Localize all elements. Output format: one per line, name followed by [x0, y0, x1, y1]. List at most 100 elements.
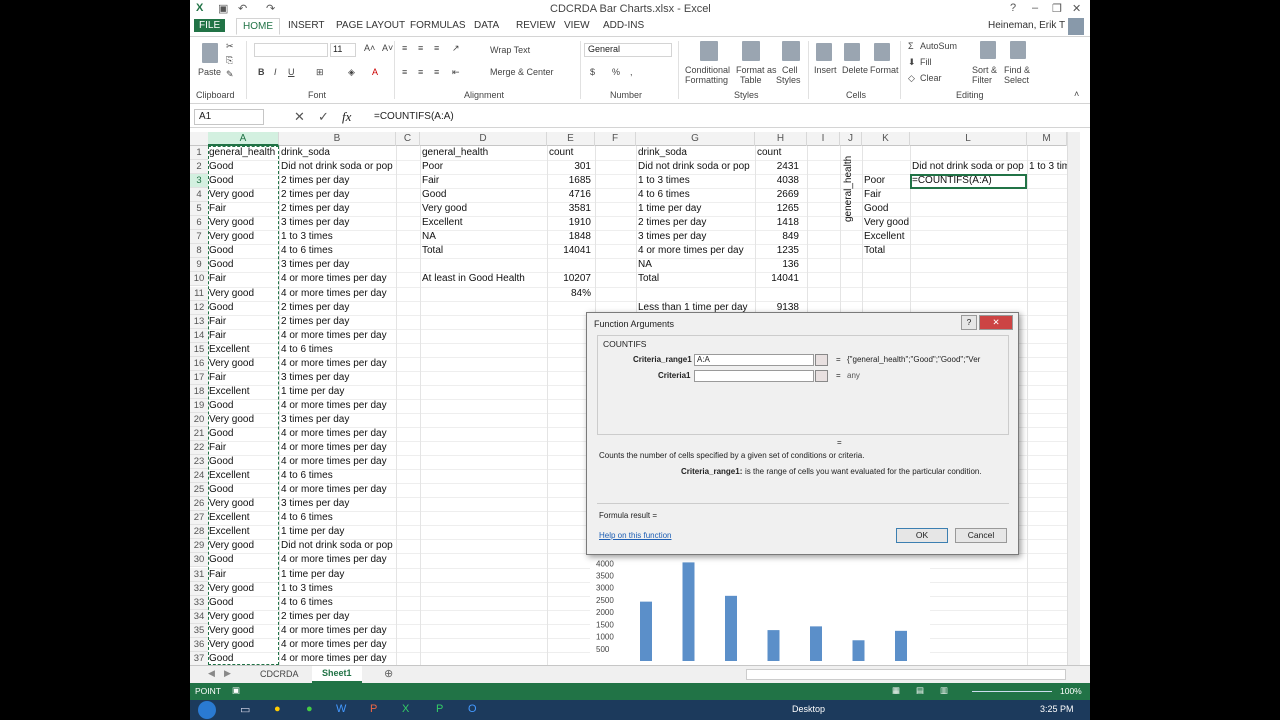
- conditional-formatting-button[interactable]: Conditional: [685, 65, 730, 75]
- table2-value[interactable]: 14041: [755, 272, 799, 286]
- column-header-g[interactable]: G: [636, 132, 755, 146]
- tab-formulas[interactable]: FORMULAS: [410, 20, 466, 31]
- cell-b[interactable]: 3 times per day: [281, 497, 349, 511]
- user-name[interactable]: Heineman, Erik T: [988, 20, 1065, 31]
- cancel-formula-icon[interactable]: ✕: [294, 109, 305, 125]
- row-header[interactable]: 26: [190, 497, 208, 512]
- cell-b[interactable]: 4 to 6 times: [281, 469, 333, 483]
- format-as-table-button[interactable]: Format as: [736, 65, 777, 75]
- column-header-c[interactable]: C: [396, 132, 420, 146]
- tab-file[interactable]: FILE: [194, 19, 226, 32]
- collapse-dialog-icon-2[interactable]: [815, 370, 828, 382]
- increase-font-icon[interactable]: A˄: [364, 43, 375, 53]
- table2-value[interactable]: 849: [755, 230, 799, 244]
- clear-button[interactable]: Clear: [920, 73, 942, 83]
- table1-label[interactable]: Total: [422, 244, 443, 258]
- table2-value[interactable]: 2431: [755, 160, 799, 174]
- undo-icon[interactable]: ↶: [238, 2, 247, 15]
- criteria-range1-input[interactable]: A:A: [694, 354, 814, 366]
- row-header[interactable]: 36: [190, 637, 208, 652]
- avatar[interactable]: [1068, 18, 1084, 35]
- table2-label[interactable]: 1 time per day: [638, 202, 701, 216]
- borders-icon[interactable]: ⊞: [316, 67, 324, 78]
- clear-icon[interactable]: ◇: [908, 73, 915, 84]
- formula-input[interactable]: =COUNTIFS(A:A): [374, 111, 454, 122]
- row-header[interactable]: 37: [190, 651, 208, 665]
- table2-label[interactable]: NA: [638, 258, 652, 272]
- taskbar-publisher-icon[interactable]: P: [436, 703, 443, 715]
- cut-icon[interactable]: ✂: [226, 41, 234, 52]
- align-left-icon[interactable]: ≡: [402, 67, 407, 77]
- macro-record-icon[interactable]: ▣: [232, 685, 240, 696]
- cell-b[interactable]: 4 to 6 times: [281, 343, 333, 357]
- row-header[interactable]: 8: [190, 244, 208, 259]
- new-sheet-icon[interactable]: ⊕: [384, 667, 393, 680]
- insert-function-button[interactable]: fx: [342, 109, 351, 125]
- table1-value[interactable]: 4716: [547, 188, 591, 202]
- row-header[interactable]: 14: [190, 328, 208, 343]
- column-header-d[interactable]: D: [420, 132, 547, 146]
- pivot-row-label[interactable]: Good: [864, 202, 888, 216]
- insert-button[interactable]: Insert: [814, 65, 837, 75]
- horizontal-scrollbar[interactable]: [746, 669, 1066, 680]
- restore-icon[interactable]: ❐: [1052, 2, 1062, 15]
- page-break-view-icon[interactable]: ▥: [940, 685, 948, 696]
- column-header-m[interactable]: M: [1027, 132, 1067, 146]
- collapse-ribbon-icon[interactable]: ˄: [1074, 89, 1079, 99]
- row-header[interactable]: 7: [190, 230, 208, 245]
- cell-b[interactable]: drink_soda: [281, 146, 330, 160]
- format-painter-icon[interactable]: ✎: [226, 69, 234, 80]
- tab-view[interactable]: VIEW: [564, 20, 590, 31]
- cell-b[interactable]: 2 times per day: [281, 174, 349, 188]
- table2-label[interactable]: 4 to 6 times: [638, 188, 690, 202]
- cell-b[interactable]: 4 or more times per day: [281, 357, 387, 371]
- cell-b[interactable]: 4 or more times per day: [281, 399, 387, 413]
- start-button[interactable]: [198, 701, 216, 719]
- cell-b[interactable]: 4 or more times per day: [281, 652, 387, 665]
- fill-button[interactable]: Fill: [920, 57, 932, 67]
- help-on-function-link[interactable]: Help on this function: [599, 531, 672, 540]
- table1-value[interactable]: 3581: [547, 202, 591, 216]
- table2-label[interactable]: 1 to 3 times: [638, 174, 690, 188]
- table1-value[interactable]: 1848: [547, 230, 591, 244]
- close-icon[interactable]: ✕: [1072, 2, 1081, 15]
- wrap-text-button[interactable]: Wrap Text: [490, 45, 530, 55]
- cell-b[interactable]: 3 times per day: [281, 371, 349, 385]
- row-header[interactable]: 15: [190, 342, 208, 357]
- cell-b[interactable]: 2 times per day: [281, 610, 349, 624]
- table1-value[interactable]: 1685: [547, 174, 591, 188]
- cell-b[interactable]: 4 to 6 times: [281, 596, 333, 610]
- pivot-row-label[interactable]: Fair: [864, 188, 881, 202]
- cell-b[interactable]: 4 or more times per day: [281, 553, 387, 567]
- cell-b[interactable]: 1 time per day: [281, 385, 344, 399]
- ok-button[interactable]: OK: [896, 528, 948, 543]
- row-header[interactable]: 24: [190, 469, 208, 484]
- dialog-close-button[interactable]: ✕: [979, 315, 1013, 330]
- number-format-box[interactable]: General: [584, 43, 672, 57]
- cell-b[interactable]: 4 or more times per day: [281, 287, 387, 301]
- cell-styles-icon[interactable]: [782, 41, 800, 61]
- taskbar-explorer-icon[interactable]: ▭: [240, 703, 250, 716]
- tab-insert[interactable]: INSERT: [288, 20, 325, 31]
- sheet-tab-sheet1[interactable]: Sheet1: [312, 666, 362, 683]
- format-cells-icon[interactable]: [874, 43, 890, 61]
- cell-b[interactable]: 4 to 6 times: [281, 244, 333, 258]
- row-header[interactable]: 3: [190, 174, 208, 189]
- column-header-k[interactable]: K: [862, 132, 910, 146]
- italic-button[interactable]: I: [274, 67, 277, 77]
- save-icon[interactable]: ▣: [218, 2, 228, 15]
- pivot-row-label[interactable]: Very good: [864, 216, 909, 230]
- cell-b[interactable]: 4 or more times per day: [281, 427, 387, 441]
- enter-formula-icon[interactable]: ✓: [318, 109, 329, 125]
- minimize-icon[interactable]: –: [1032, 2, 1038, 14]
- fill-color-icon[interactable]: ◈: [348, 67, 355, 78]
- format-as-table-icon[interactable]: [742, 41, 760, 61]
- currency-button[interactable]: $: [590, 67, 595, 77]
- row-header[interactable]: 4: [190, 188, 208, 203]
- cell-b[interactable]: 4 or more times per day: [281, 638, 387, 652]
- table1-value[interactable]: 1910: [547, 216, 591, 230]
- percent-button[interactable]: %: [612, 67, 620, 77]
- paste-button[interactable]: Paste: [198, 67, 221, 77]
- delete-cells-icon[interactable]: [844, 43, 860, 61]
- orientation-icon[interactable]: ↗: [452, 43, 460, 54]
